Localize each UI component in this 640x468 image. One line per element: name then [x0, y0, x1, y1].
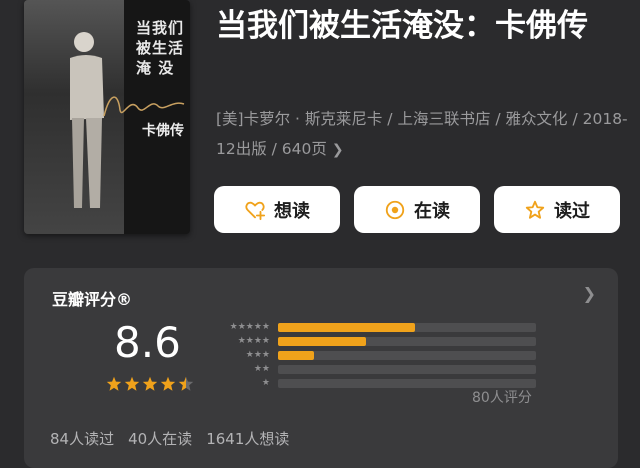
have-read-button[interactable]: 读过: [494, 186, 620, 233]
one-star-icon: ★: [261, 378, 270, 388]
star-full-icon: [124, 376, 140, 391]
bar-track: [278, 336, 536, 346]
rating-distribution: ★★★★★ ★★★★ ★★★ ★★ ★: [212, 320, 536, 390]
two-star-icon: ★★: [253, 364, 270, 374]
chevron-right-icon[interactable]: ❯: [583, 284, 596, 303]
bar-track: [278, 350, 536, 360]
book-cover[interactable]: 当我们 被生活 淹 没 卡佛传: [24, 0, 190, 234]
reading-label: 在读: [414, 200, 450, 222]
read-count[interactable]: 84人读过: [50, 428, 114, 449]
bar-track: [278, 322, 536, 332]
chevron-right-icon: ❯: [331, 142, 344, 158]
book-meta-text: [美]卡萝尔 · 斯克莱尼卡 / 上海三联书店 / 雅众文化 / 2018-12…: [216, 110, 628, 158]
rating-row-5: ★★★★★: [212, 320, 536, 334]
reading-count[interactable]: 40人在读: [128, 428, 192, 449]
four-star-icon: ★★★★: [237, 336, 270, 346]
star-full-icon: [106, 376, 122, 391]
star-full-icon: [160, 376, 176, 391]
rating-score: 8.6: [114, 318, 181, 367]
heart-plus-icon: [245, 201, 266, 220]
star-half-icon: [178, 376, 194, 391]
bar-track: [278, 364, 536, 374]
five-star-icon: ★★★★★: [229, 322, 270, 332]
rating-count: 80人评分: [472, 390, 532, 406]
rating-stars: [106, 376, 194, 392]
reading-button[interactable]: 在读: [354, 186, 480, 233]
rating-row-4: ★★★★: [212, 334, 536, 348]
cover-subtitle: 卡佛传: [142, 123, 184, 139]
reading-circle-icon: [385, 200, 405, 219]
three-star-icon: ★★★: [245, 350, 270, 360]
bar-fill-4: [278, 336, 366, 346]
star-outline-icon: [525, 200, 545, 219]
want-count[interactable]: 1641人想读: [206, 428, 289, 449]
rating-row-2: ★★: [212, 362, 536, 376]
bar-fill-5: [278, 322, 415, 332]
reader-stats: 84人读过 40人在读 1641人想读: [50, 428, 289, 449]
have-read-label: 读过: [554, 200, 590, 222]
book-title: 当我们被生活淹没：卡佛传: [216, 8, 588, 44]
rating-card[interactable]: 豆瓣评分® ❯ 8.6 ★★★★★ ★★★★ ★★★ ★★ ★ 80人评分 84…: [24, 268, 618, 468]
bar-fill-3: [278, 350, 315, 360]
rating-row-3: ★★★: [212, 348, 536, 362]
rating-title: 豆瓣评分®: [52, 290, 133, 309]
want-to-read-label: 想读: [274, 200, 310, 222]
star-full-icon: [142, 376, 158, 391]
cover-title: 当我们 被生活 淹 没: [136, 19, 185, 77]
want-to-read-button[interactable]: 想读: [214, 186, 340, 233]
book-meta[interactable]: [美]卡萝尔 · 斯克莱尼卡 / 上海三联书店 / 雅众文化 / 2018-12…: [216, 104, 628, 165]
